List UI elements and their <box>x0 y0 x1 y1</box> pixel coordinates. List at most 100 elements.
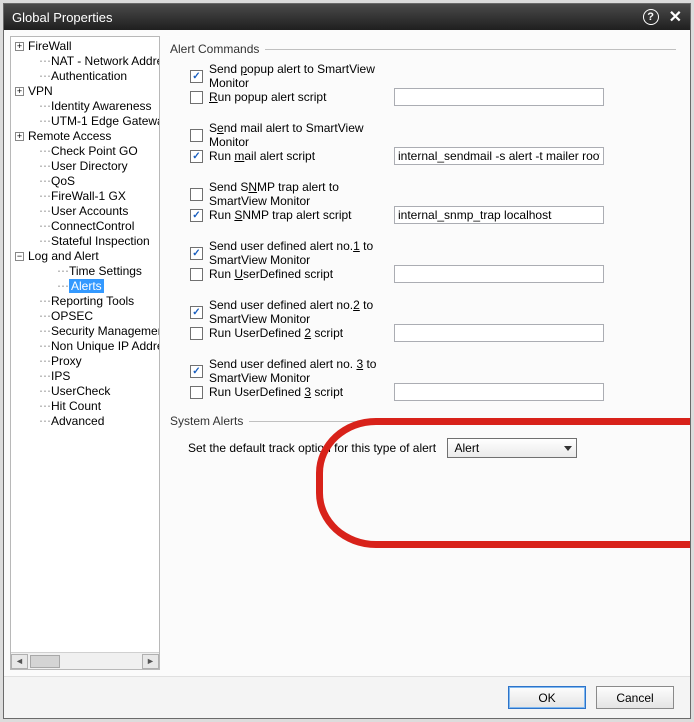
option-row: ✓Send user defined alert no.1 to SmartVi… <box>190 243 676 263</box>
tree-item[interactable]: ⋯UTM-1 Edge Gateway <box>11 114 159 129</box>
tree-item[interactable]: +FireWall <box>11 39 159 54</box>
option-row: ✓Send user defined alert no.2 to SmartVi… <box>190 302 676 322</box>
tree-item[interactable]: ⋯NAT - Network Addres <box>11 54 159 69</box>
checkbox[interactable] <box>190 91 203 104</box>
select-value: Alert <box>454 441 479 455</box>
tree-item[interactable]: ⋯Identity Awareness <box>11 99 159 114</box>
checkbox[interactable]: ✓ <box>190 247 203 260</box>
tree-item[interactable]: ⋯Alerts <box>11 279 159 294</box>
option-row: ✓Run SNMP trap alert script <box>190 205 676 225</box>
option-label: Send mail alert to SmartView Monitor <box>209 121 394 149</box>
option-label: Run UserDefined 3 script <box>209 385 394 399</box>
checkbox[interactable]: ✓ <box>190 70 203 83</box>
main-pane: Alert Commands ✓Send popup alert to Smar… <box>166 30 690 676</box>
expand-icon[interactable]: + <box>15 132 24 141</box>
option-label: Send user defined alert no.1 to SmartVie… <box>209 239 394 267</box>
tree-item-label: QoS <box>51 174 75 188</box>
tree-item[interactable]: ⋯Advanced <box>11 414 159 429</box>
script-input[interactable] <box>394 206 604 224</box>
option-row: ✓Send popup alert to SmartView Monitor <box>190 66 676 86</box>
tree-item[interactable]: ⋯QoS <box>11 174 159 189</box>
checkbox[interactable]: ✓ <box>190 306 203 319</box>
global-properties-window: Global Properties ? ✕ +FireWall⋯NAT - Ne… <box>3 3 691 719</box>
option-label: Send SNMP trap alert to SmartView Monito… <box>209 180 394 208</box>
tree-item[interactable]: + VPN <box>11 84 159 99</box>
tree-item[interactable]: ⋯Time Settings <box>11 264 159 279</box>
tree-item[interactable]: ⋯FireWall-1 GX <box>11 189 159 204</box>
tree-item[interactable]: ⋯Non Unique IP Addres: <box>11 339 159 354</box>
tree-item-label: Alerts <box>69 279 104 293</box>
tree-item-label: Remote Access <box>28 129 111 143</box>
collapse-icon[interactable]: − <box>15 252 24 261</box>
tree-horizontal-scrollbar[interactable]: ◄ ► <box>11 652 159 669</box>
tree-item[interactable]: −Log and Alert <box>11 249 159 264</box>
script-input[interactable] <box>394 265 604 283</box>
window-title: Global Properties <box>12 10 112 25</box>
tree-item-label: User Directory <box>51 159 128 173</box>
tree[interactable]: +FireWall⋯NAT - Network Addres⋯Authentic… <box>11 37 159 652</box>
tree-item-label: Authentication <box>51 69 127 83</box>
expand-icon[interactable]: + <box>15 87 24 96</box>
scroll-right-icon[interactable]: ► <box>142 654 159 669</box>
expand-icon[interactable]: + <box>15 42 24 51</box>
system-alerts-header: System Alerts <box>170 414 676 428</box>
tree-item-label: Check Point GO <box>51 144 138 158</box>
script-input[interactable] <box>394 147 604 165</box>
script-input[interactable] <box>394 324 604 342</box>
tree-item[interactable]: ⋯Reporting Tools <box>11 294 159 309</box>
checkbox[interactable]: ✓ <box>190 365 203 378</box>
tree-item[interactable]: ⋯OPSEC <box>11 309 159 324</box>
system-alerts-row: Set the default track option for this ty… <box>188 438 676 458</box>
tree-item[interactable]: ⋯ConnectControl <box>11 219 159 234</box>
checkbox[interactable] <box>190 327 203 340</box>
checkbox[interactable] <box>190 268 203 281</box>
tree-item-label: VPN <box>28 84 53 98</box>
tree-item-label: Time Settings <box>69 264 142 278</box>
tree-item-label: IPS <box>51 369 70 383</box>
ok-button[interactable]: OK <box>508 686 586 709</box>
option-row: ✓Send user defined alert no. 3 to SmartV… <box>190 361 676 381</box>
option-label: Run popup alert script <box>209 90 394 104</box>
scroll-thumb[interactable] <box>30 655 60 668</box>
alert-commands-header: Alert Commands <box>170 42 676 56</box>
tree-item[interactable]: ⋯User Accounts <box>11 204 159 219</box>
tree-item[interactable]: ⋯Security Management . <box>11 324 159 339</box>
checkbox[interactable]: ✓ <box>190 209 203 222</box>
tree-item[interactable]: ⋯Hit Count <box>11 399 159 414</box>
scroll-left-icon[interactable]: ◄ <box>11 654 28 669</box>
default-track-select[interactable]: Alert <box>447 438 577 458</box>
script-input[interactable] <box>394 383 604 401</box>
tree-item-label: User Accounts <box>51 204 128 218</box>
tree-item[interactable]: ⋯Authentication <box>11 69 159 84</box>
option-label: Send user defined alert no. 3 to SmartVi… <box>209 357 394 385</box>
help-icon[interactable]: ? <box>643 9 659 25</box>
tree-item[interactable]: ⋯UserCheck <box>11 384 159 399</box>
tree-item-label: Security Management . <box>51 324 159 338</box>
cancel-button[interactable]: Cancel <box>596 686 674 709</box>
tree-item[interactable]: ⋯Stateful Inspection <box>11 234 159 249</box>
option-row: Send mail alert to SmartView Monitor <box>190 125 676 145</box>
checkbox[interactable] <box>190 129 203 142</box>
dialog-footer: OK Cancel <box>4 676 690 718</box>
option-label: Run mail alert script <box>209 149 394 163</box>
checkbox[interactable] <box>190 386 203 399</box>
tree-pane: +FireWall⋯NAT - Network Addres⋯Authentic… <box>10 36 160 670</box>
tree-item-label: Log and Alert <box>28 249 99 263</box>
chevron-down-icon <box>564 446 572 451</box>
close-icon[interactable]: ✕ <box>669 7 682 27</box>
option-row: Send SNMP trap alert to SmartView Monito… <box>190 184 676 204</box>
option-row: Run UserDefined 2 script <box>190 323 676 343</box>
checkbox[interactable]: ✓ <box>190 150 203 163</box>
tree-item-label: OPSEC <box>51 309 93 323</box>
tree-item[interactable]: ⋯Proxy <box>11 354 159 369</box>
tree-item[interactable]: ⋯Check Point GO <box>11 144 159 159</box>
tree-item-label: Reporting Tools <box>51 294 134 308</box>
tree-item[interactable]: + Remote Access <box>11 129 159 144</box>
tree-item-label: Advanced <box>51 414 104 428</box>
tree-item[interactable]: ⋯User Directory <box>11 159 159 174</box>
alert-commands-label: Alert Commands <box>170 42 259 56</box>
tree-item[interactable]: ⋯IPS <box>11 369 159 384</box>
checkbox[interactable] <box>190 188 203 201</box>
script-input[interactable] <box>394 88 604 106</box>
default-track-label: Set the default track option for this ty… <box>188 441 436 455</box>
